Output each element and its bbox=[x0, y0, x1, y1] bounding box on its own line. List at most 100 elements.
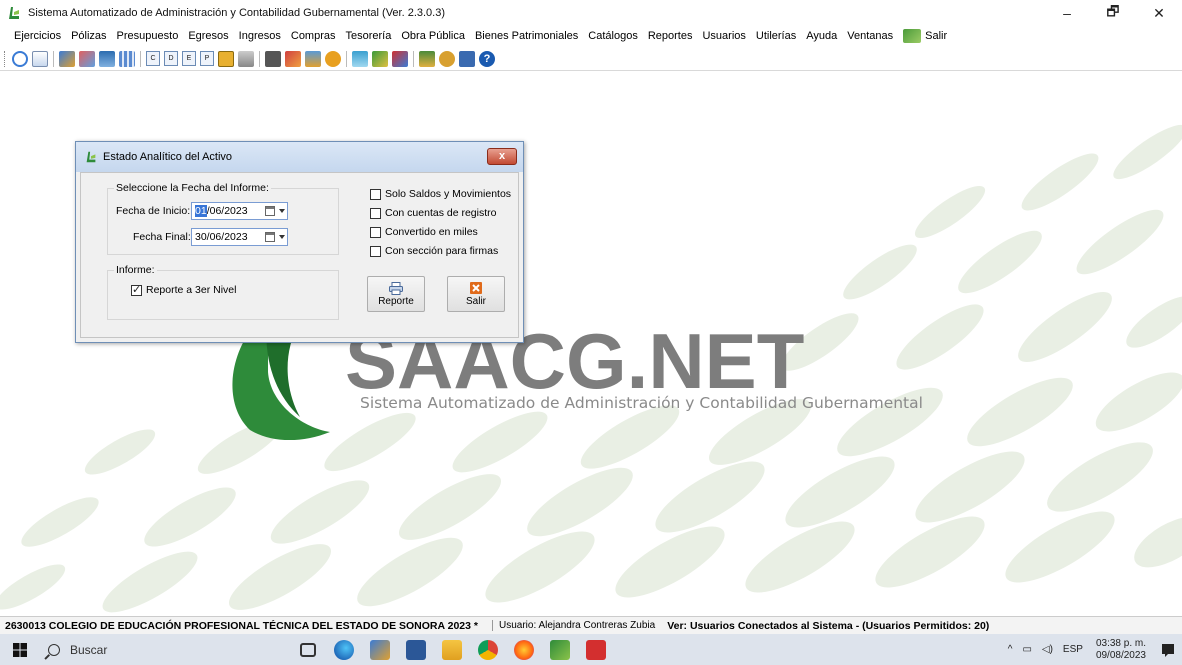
option-checkbox[interactable] bbox=[370, 188, 381, 200]
menu-presupuesto[interactable]: Presupuesto bbox=[113, 30, 183, 42]
menu-tesoreria[interactable]: Tesorería bbox=[342, 30, 396, 42]
report-icon[interactable] bbox=[218, 50, 234, 67]
menu-ventanas[interactable]: Ventanas bbox=[843, 30, 897, 42]
taskbar-search[interactable]: Buscar bbox=[40, 634, 290, 665]
transfer-icon[interactable] bbox=[79, 50, 95, 67]
printer-icon bbox=[389, 281, 403, 295]
edge-button[interactable] bbox=[326, 634, 362, 665]
save-icon[interactable] bbox=[459, 50, 475, 67]
grid-icon[interactable] bbox=[119, 50, 135, 67]
option-seccion-firmas[interactable]: Con sección para firmas bbox=[370, 245, 498, 257]
policy-e-icon[interactable]: E bbox=[182, 51, 196, 66]
minimize-button[interactable]: – bbox=[1044, 0, 1090, 26]
exit-button[interactable]: Salir bbox=[447, 276, 505, 312]
window-title: Sistema Automatizado de Administración y… bbox=[28, 7, 446, 19]
key-icon[interactable] bbox=[439, 50, 455, 67]
maximize-button[interactable]: 🗗 bbox=[1090, 0, 1136, 26]
ledger-icon[interactable] bbox=[99, 50, 115, 67]
policy-c-icon[interactable]: C bbox=[146, 51, 160, 66]
connected-users-link[interactable]: Ver: Usuarios Conectados al Sistema - (U… bbox=[667, 620, 989, 632]
refresh-icon[interactable] bbox=[12, 50, 28, 67]
dialog-app-icon bbox=[84, 150, 98, 164]
policy-d-icon[interactable]: D bbox=[164, 51, 178, 66]
chevron-down-icon bbox=[279, 209, 285, 213]
menu-bar: Ejercicios Pólizas Presupuesto Egresos I… bbox=[0, 26, 1182, 46]
chevron-down-icon bbox=[279, 235, 285, 239]
start-date-label: Fecha de Inicio: bbox=[116, 205, 191, 217]
option-solo-saldos[interactable]: Solo Saldos y Movimientos bbox=[370, 188, 511, 200]
menu-compras[interactable]: Compras bbox=[287, 30, 340, 42]
option-checkbox[interactable] bbox=[370, 226, 381, 238]
menu-egresos[interactable]: Egresos bbox=[184, 30, 232, 42]
option-cuentas-registro[interactable]: Con cuentas de registro bbox=[370, 207, 496, 219]
volume-icon[interactable]: ◁) bbox=[1042, 644, 1053, 655]
network-icon[interactable] bbox=[392, 50, 408, 67]
menu-salir[interactable]: Salir bbox=[899, 29, 951, 43]
menu-utilerias[interactable]: Utilerías bbox=[752, 30, 800, 42]
file-explorer-button[interactable] bbox=[434, 634, 470, 665]
start-date-dropdown[interactable] bbox=[265, 205, 285, 217]
saacg-taskbar-button[interactable] bbox=[542, 634, 578, 665]
report-button-label: Reporte bbox=[378, 295, 414, 307]
level-checkbox[interactable] bbox=[131, 283, 142, 296]
network-icon[interactable]: ▭ bbox=[1022, 644, 1031, 655]
menu-polizas[interactable]: Pólizas bbox=[67, 30, 110, 42]
watermark-subtitle: Sistema Automatizado de Administración y… bbox=[360, 394, 923, 412]
acrobat-button[interactable] bbox=[578, 634, 614, 665]
option-checkbox[interactable] bbox=[370, 207, 381, 219]
start-date-input[interactable]: 01 /06/2023 bbox=[191, 202, 288, 220]
report-button[interactable]: Reporte bbox=[367, 276, 425, 312]
print-icon[interactable] bbox=[238, 50, 254, 67]
users-icon[interactable] bbox=[59, 50, 75, 67]
firefox-button[interactable] bbox=[506, 634, 542, 665]
option-checkbox[interactable] bbox=[370, 245, 381, 257]
menu-usuarios[interactable]: Usuarios bbox=[698, 30, 749, 42]
chevron-up-icon[interactable]: ^ bbox=[1008, 644, 1013, 655]
menu-catalogos[interactable]: Catálogos bbox=[584, 30, 642, 42]
truck-icon[interactable] bbox=[285, 50, 301, 67]
dialog-title-bar[interactable]: Estado Analítico del Activo x bbox=[76, 142, 523, 172]
dialog-close-button[interactable]: x bbox=[487, 148, 517, 165]
clipboard-icon[interactable] bbox=[265, 50, 281, 67]
saacg-app-icon bbox=[550, 639, 570, 660]
menu-ejercicios[interactable]: Ejercicios bbox=[10, 30, 65, 42]
chrome-icon bbox=[478, 639, 498, 660]
level-checkbox-row[interactable]: Reporte a 3er Nivel bbox=[131, 283, 236, 296]
windows-logo-icon bbox=[13, 642, 27, 657]
menu-obra-publica[interactable]: Obra Pública bbox=[397, 30, 469, 42]
end-date-dropdown[interactable] bbox=[265, 231, 285, 243]
toolbar: C D E P ? bbox=[0, 47, 1182, 71]
toolbar-separator bbox=[259, 50, 260, 67]
start-date-rest: /06/2023 bbox=[206, 205, 248, 217]
task-view-icon bbox=[300, 642, 316, 657]
close-button[interactable]: ✕ bbox=[1136, 0, 1182, 26]
stack-icon[interactable] bbox=[305, 50, 321, 67]
start-button[interactable] bbox=[0, 634, 40, 665]
option-convertido-miles[interactable]: Convertido en miles bbox=[370, 226, 478, 238]
word-button[interactable] bbox=[398, 634, 434, 665]
end-date-input[interactable]: 30/06/2023 bbox=[191, 228, 288, 246]
task-view-button[interactable] bbox=[290, 634, 326, 665]
toolbar-grip[interactable] bbox=[4, 50, 7, 67]
policy-p-icon[interactable]: P bbox=[200, 51, 214, 66]
menu-reportes[interactable]: Reportes bbox=[644, 30, 697, 42]
document-icon[interactable] bbox=[32, 50, 48, 67]
menu-ingresos[interactable]: Ingresos bbox=[235, 30, 285, 42]
notification-center-button[interactable] bbox=[1154, 634, 1182, 665]
tree-icon[interactable] bbox=[419, 50, 435, 67]
option-label: Convertido en miles bbox=[385, 226, 478, 238]
menu-ayuda[interactable]: Ayuda bbox=[802, 30, 841, 42]
clock[interactable]: 03:38 p. m. 09/08/2023 bbox=[1096, 638, 1146, 662]
clock-time: 03:38 p. m. bbox=[1095, 637, 1146, 649]
people-icon bbox=[370, 639, 390, 660]
people-app-button[interactable] bbox=[362, 634, 398, 665]
catalog-icon[interactable] bbox=[352, 50, 368, 67]
help-icon[interactable]: ? bbox=[479, 50, 495, 67]
estado-analitico-dialog: Estado Analítico del Activo x Seleccione… bbox=[75, 141, 524, 343]
chrome-button[interactable] bbox=[470, 634, 506, 665]
box-icon[interactable] bbox=[325, 50, 341, 67]
language-indicator[interactable]: ESP bbox=[1063, 644, 1083, 655]
tools-icon[interactable] bbox=[372, 50, 388, 67]
menu-bienes-patrimoniales[interactable]: Bienes Patrimoniales bbox=[471, 30, 582, 42]
end-date-label: Fecha Final: bbox=[133, 231, 191, 243]
